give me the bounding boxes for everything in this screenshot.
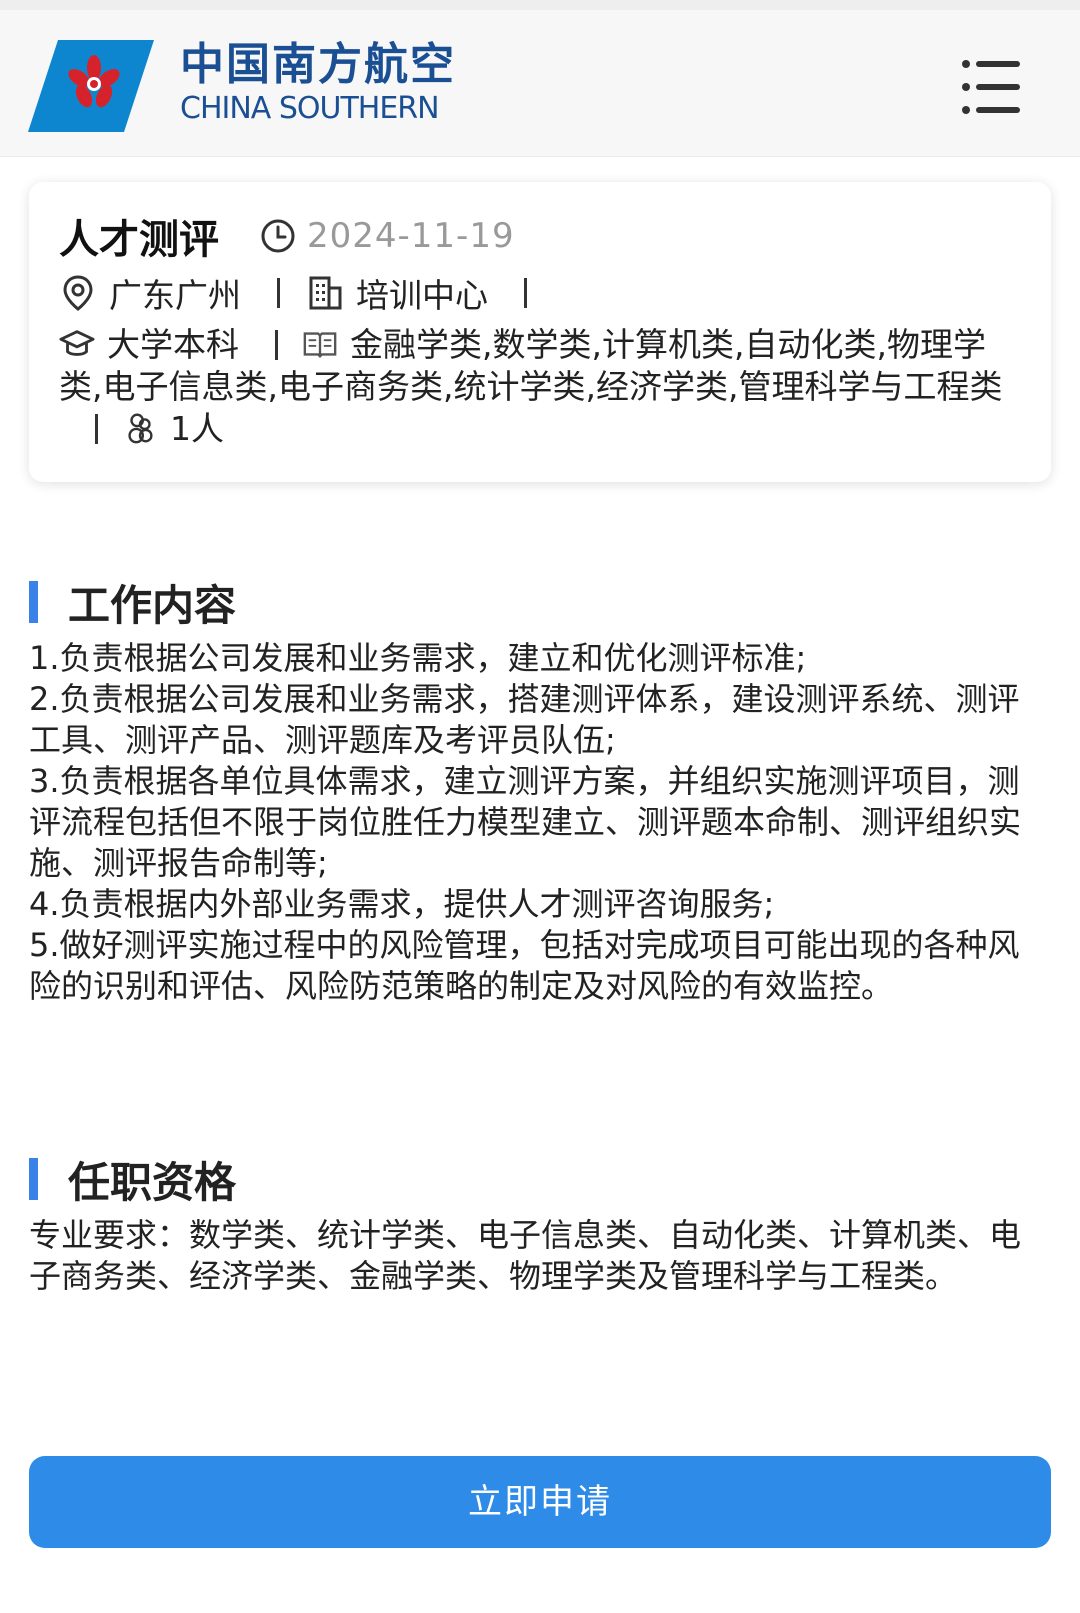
building-icon	[309, 276, 342, 310]
requirements-row: 大学本科 金融学类,数学类,计算机类,自动化类,物理学类,电子信息类,电子商务类…	[59, 324, 1021, 450]
book-icon	[303, 332, 337, 358]
job-department: 培训中心	[356, 276, 488, 315]
section-accent-bar	[29, 581, 38, 623]
divider	[524, 278, 527, 308]
brand-wordmark: 中国南方航空 CHINA SOUTHERN	[180, 40, 456, 128]
brand-name-cn: 中国南方航空	[180, 39, 456, 90]
menu-icon[interactable]	[960, 56, 1022, 118]
section-title: 工作内容	[68, 580, 237, 630]
post-date: 2024-11-19	[307, 216, 515, 256]
app-header: 中国南方航空 CHINA SOUTHERN	[0, 10, 1080, 157]
work-content-section: 工作内容 1.负责根据公司发展和业务需求，建立和优化测评标准; 2.负责根据公司…	[29, 576, 1051, 1007]
divider	[95, 414, 98, 444]
job-title: 人才测评	[59, 217, 219, 263]
china-southern-logo-icon	[28, 40, 154, 132]
brand-name-en: CHINA SOUTHERN	[180, 91, 440, 126]
divider	[277, 278, 280, 308]
qualifications-section: 任职资格 专业要求：数学类、统计学类、电子信息类、自动化类、计算机类、电子商务类…	[29, 1153, 1051, 1297]
people-icon	[128, 413, 153, 444]
apply-button[interactable]: 立即申请	[29, 1456, 1051, 1548]
status-strip	[0, 0, 1080, 10]
section-header: 工作内容	[29, 576, 1051, 630]
graduation-cap-icon	[59, 330, 95, 356]
job-location: 广东广州	[109, 276, 241, 315]
qualifications-text: 专业要求：数学类、统计学类、电子信息类、自动化类、计算机类、电子商务类、经济学类…	[29, 1216, 1022, 1295]
job-title-row: 人才测评 2024-11-19	[59, 208, 1021, 264]
location-pin-icon	[63, 275, 93, 311]
divider	[275, 330, 278, 360]
job-education: 大学本科	[107, 325, 239, 364]
section-title: 任职资格	[68, 1157, 237, 1207]
job-headcount: 1人	[170, 409, 224, 448]
work-content-text: 1.负责根据公司发展和业务需求，建立和优化测评标准; 2.负责根据公司发展和业务…	[29, 639, 1022, 1005]
job-summary-card: 人才测评 2024-11-19 广东广州 培训中心 大学本科 金融学类,数学类,…	[29, 182, 1051, 482]
clock-icon	[261, 219, 295, 253]
location-row: 广东广州 培训中心	[59, 266, 1021, 320]
section-header: 任职资格	[29, 1153, 1051, 1207]
section-accent-bar	[29, 1158, 38, 1200]
